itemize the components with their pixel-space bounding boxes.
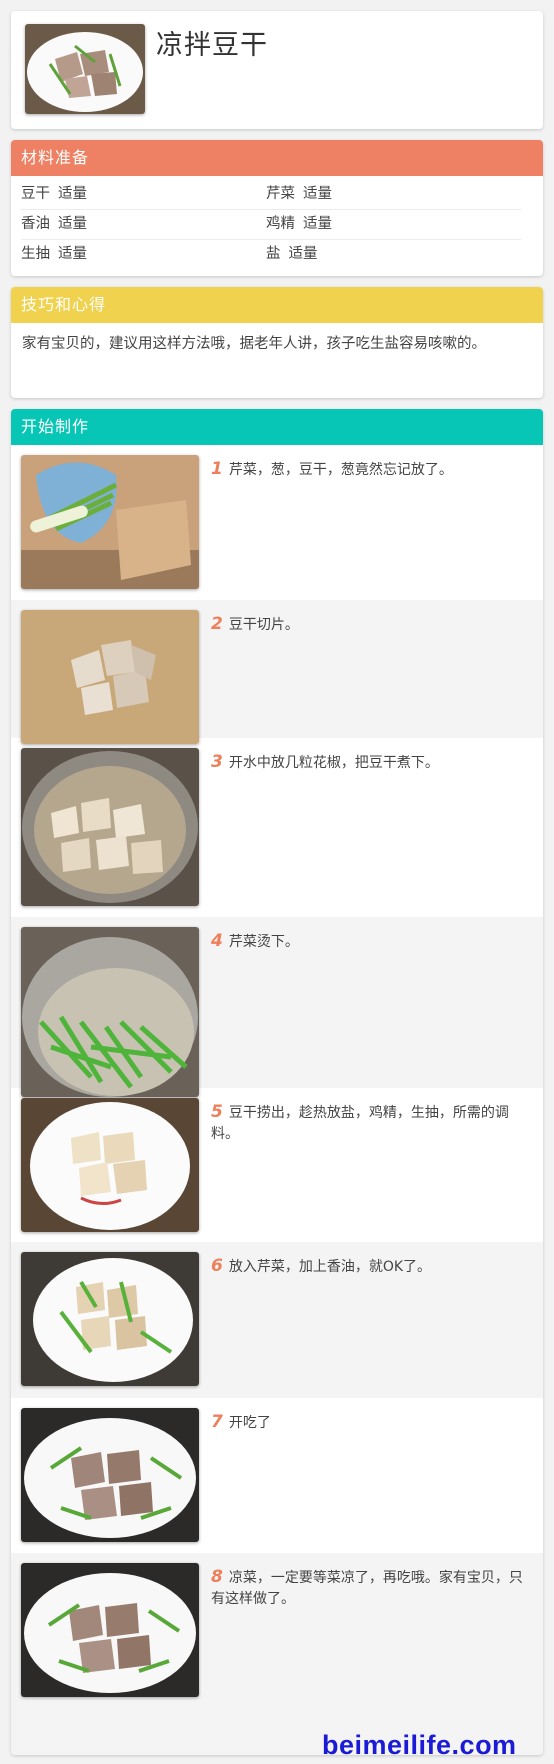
step-number: 6 (211, 1256, 223, 1276)
step-item: 3 开水中放几粒花椒，把豆干煮下。 (11, 738, 543, 917)
tips-card: 技巧和心得 家有宝贝的，建议用这样方法哦，据老年人讲，孩子吃生盐容易咳嗽的。 (11, 287, 543, 398)
tips-text: 家有宝贝的，建议用这样方法哦，据老年人讲，孩子吃生盐容易咳嗽的。 (22, 336, 486, 352)
ingredient-item: 香油 适量 (21, 216, 87, 232)
step-item: 7 开吃了 (11, 1398, 543, 1553)
ingredient-item: 豆干 适量 (21, 186, 87, 202)
ingredients-list: 豆干 适量 芹菜 适量 香油 适量 鸡精 适量 生抽 适量 盐适量 (11, 176, 543, 269)
tips-heading: 技巧和心得 (11, 287, 543, 323)
step-number: 2 (211, 614, 223, 634)
step-item: 1 芹菜，葱，豆干，葱竟然忘记放了。 (11, 445, 543, 600)
step-text: 5 豆干捞出，趁热放盐，鸡精，生抽，所需的调料。 (211, 1102, 509, 1142)
steps-card: 开始制作 1 芹菜，葱，豆干，葱竟然忘记放了。 2豆干切片。 3 开水中放几粒花… (11, 409, 543, 1755)
ingredient-item: 鸡精 适量 (266, 216, 332, 232)
step-text: 4 芹菜烫下。 (211, 931, 299, 951)
step-item: 5 豆干捞出，趁热放盐，鸡精，生抽，所需的调料。 (11, 1088, 543, 1242)
step-2-photo[interactable] (21, 610, 199, 744)
step-8-photo[interactable] (21, 1563, 199, 1697)
step-text: 2 豆干切片。 (211, 614, 299, 634)
step-item: 4 芹菜烫下。 (11, 917, 543, 1097)
step-6-photo[interactable] (21, 1252, 199, 1386)
step-number: 1 (211, 459, 223, 479)
ingredient-item: 盐适量 (266, 246, 318, 262)
step-text: 1 芹菜，葱，豆干，葱竟然忘记放了。 (211, 459, 453, 479)
recipe-thumbnail-image[interactable] (25, 24, 145, 114)
steps-heading: 开始制作 (11, 409, 543, 445)
step-item: 2 豆干切片。 (11, 600, 543, 744)
step-3-photo[interactable] (21, 748, 199, 906)
ingredient-item: 生抽 适量 (21, 246, 87, 262)
step-item: 8 凉菜，一定要等菜凉了，再吃哦。家有宝贝，只有这样做了。 (11, 1553, 543, 1755)
step-4-photo[interactable] (21, 927, 199, 1097)
recipe-title: 凉拌豆干 (156, 30, 268, 61)
step-number: 5 (211, 1102, 223, 1122)
step-1-photo[interactable] (21, 455, 199, 589)
ingredient-row: 香油 适量 鸡精 适量 (21, 210, 521, 240)
ingredient-item: 芹菜 适量 (266, 186, 332, 202)
step-item: 6 放入芹菜，加上香油，就OK了。 (11, 1242, 543, 1398)
step-number: 4 (211, 931, 223, 951)
recipe-header-card: 凉拌豆干 (11, 11, 543, 129)
step-text: 7 开吃了 (211, 1412, 271, 1432)
step-number: 3 (211, 752, 223, 772)
step-text: 6 放入芹菜，加上香油，就OK了。 (211, 1256, 432, 1276)
step-5-photo[interactable] (21, 1098, 199, 1232)
site-watermark: beimeilife.com (322, 1730, 517, 1760)
ingredient-row: 豆干 适量 芹菜 适量 (21, 180, 521, 210)
step-text: 8 凉菜，一定要等菜凉了，再吃哦。家有宝贝，只有这样做了。 (211, 1567, 523, 1607)
ingredient-row: 生抽 适量 盐适量 (21, 240, 521, 269)
step-number: 7 (211, 1412, 223, 1432)
step-text: 3 开水中放几粒花椒，把豆干煮下。 (211, 752, 439, 772)
step-7-photo[interactable] (21, 1408, 199, 1542)
step-number: 8 (211, 1567, 223, 1587)
ingredients-card: 材料准备 豆干 适量 芹菜 适量 香油 适量 鸡精 适量 生抽 适量 盐适量 (11, 140, 543, 276)
ingredients-heading: 材料准备 (11, 140, 543, 176)
